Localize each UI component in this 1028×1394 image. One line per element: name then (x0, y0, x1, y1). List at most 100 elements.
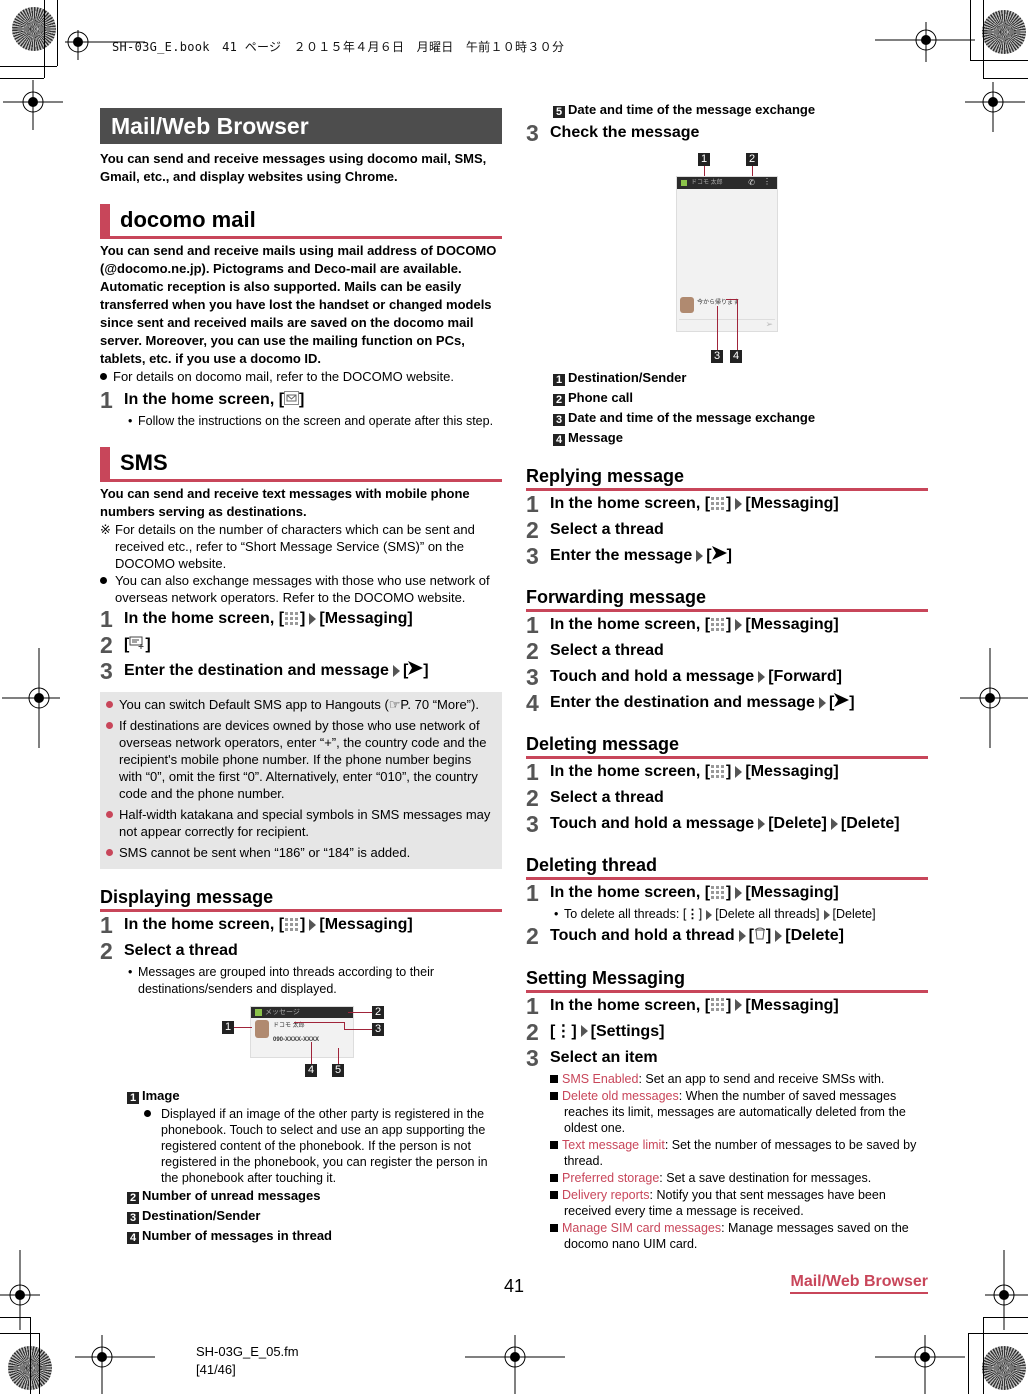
registration-mark-icon (2, 648, 60, 748)
phone-call-icon: ✆ (748, 178, 755, 187)
callout-item: 4 Number of messages in thread (127, 1226, 502, 1246)
memo-item: Half-width katakana and special symbols … (106, 806, 496, 840)
setting-step-1: 1 In the home screen, [] [Messaging] (526, 992, 839, 1019)
callout-item: 2 Number of unread messages (127, 1186, 502, 1206)
forwarding-step-1: 1 In the home screen, [] [Messaging] (526, 612, 839, 639)
memo-item: SMS cannot be sent when “186” or “184” i… (106, 844, 496, 861)
callout-item: 4 Message (553, 428, 928, 448)
thread-list-figure: メッセージ ドコモ 太郎 090-XXXX-XXXX 1 2 3 4 5 (100, 998, 502, 1086)
apps-icon (710, 495, 727, 512)
chapter-banner: Mail/Web Browser (100, 108, 502, 144)
registration-mark-icon (465, 1335, 565, 1394)
displaying-step-1: 1 In the home screen, [] [Messaging] (100, 912, 413, 939)
callout-item: 5 Date and time of the message exchange (526, 100, 928, 120)
print-header: SH-03G_E.book 41 ページ ２０１５年４月６日 月曜日 午前１０時… (112, 40, 565, 54)
replying-step-3: 3 Enter the message[] (526, 543, 732, 569)
setting-item: Delete old messages: When the number of … (526, 1088, 928, 1136)
deleting-message-step-1: 1 In the home screen, [] [Messaging] (526, 759, 839, 786)
apps-icon (284, 917, 301, 934)
replying-step-1: 1 In the home screen, [] [Messaging] (526, 491, 839, 517)
left-column: Mail/Web Browser You can send and receiv… (100, 108, 502, 1246)
setting-item: Preferred storage: Set a save destinatio… (526, 1170, 928, 1186)
send-icon (408, 658, 424, 684)
apps-icon (710, 764, 727, 781)
new-message-icon (129, 632, 145, 658)
setting-item: Manage SIM card messages: Manage message… (526, 1220, 928, 1252)
displaying-step-2: 2 Select a thread (100, 938, 238, 965)
sms-note: You can also exchange messages with thos… (100, 572, 502, 606)
docomo-mail-note: For details on docomo mail, refer to the… (100, 368, 502, 385)
section-title-docomo-mail: docomo mail (100, 204, 502, 239)
source-file-info: SH-03G_E_05.fm [41/46] (196, 1344, 299, 1377)
forwarding-step-2: 2 Select a thread (526, 638, 664, 665)
sms-step-2: 2 [] (100, 632, 151, 658)
displaying-callout-list: 1 Image Displayed if an image of the othe… (100, 1086, 502, 1246)
docomo-mail-lead: You can send and receive mails using mai… (100, 243, 497, 366)
callout-item: 1 Image (127, 1086, 502, 1106)
overflow-menu-icon: ⋮ (763, 177, 771, 186)
callout-item: 3 Destination/Sender (127, 1206, 502, 1226)
color-target-icon (982, 1346, 1026, 1390)
displaying-step-3: 3 Check the message (526, 120, 700, 146)
contact-photo (255, 1020, 269, 1039)
deleting-thread-step-1-note: • To delete all threads: [⋮] [Delete all t… (554, 907, 876, 922)
deleting-thread-step-1: 1 In the home screen, [] [Messaging] (526, 880, 839, 907)
message-screenshot: ドコモ 太郎 ✆ ⋮ 今から帰ります ➢ (676, 176, 778, 332)
memo-item: You can switch Default SMS app to Hangou… (106, 696, 496, 713)
forwarding-step-4: 4 Enter the destination and message[] (526, 690, 855, 717)
section-title-forwarding: Forwarding message (526, 585, 928, 613)
setting-item: Text message limit: Set the number of me… (526, 1137, 928, 1169)
setting-step-3: 3 Select an item (526, 1044, 658, 1071)
section-title-displaying: Displaying message (100, 885, 502, 913)
callout-item: 3 Date and time of the message exchange (553, 408, 928, 428)
section-title-setting: Setting Messaging (526, 966, 928, 993)
page-number: 41 (504, 1276, 525, 1296)
apps-icon (710, 885, 727, 902)
deleting-thread-step-2: 2 Touch and hold a thread[] [Delete] (526, 923, 844, 950)
sms-step-1: 1 In the home screen, [] [Messaging] (100, 606, 413, 632)
sms-memo-box: You can switch Default SMS app to Hangou… (100, 692, 502, 870)
forwarding-step-3: 3 Touch and hold a message [Forward] (526, 664, 842, 691)
bullet-icon (100, 373, 107, 380)
callout-item-note: Displayed if an image of the other party… (127, 1106, 502, 1186)
overflow-menu-icon: ⋮ (686, 907, 699, 922)
docomo-mail-step-1: 1 In the home screen, [] (100, 387, 305, 413)
sms-note: ※ For details on the number of characters… (100, 522, 475, 571)
registration-mark-icon (875, 22, 975, 62)
apps-icon (710, 997, 727, 1014)
memo-item: If destinations are devices owned by tho… (106, 717, 496, 802)
setting-item: Delivery reports: Notify you that sent m… (526, 1187, 928, 1219)
apps-icon (284, 610, 301, 627)
footer-section-link[interactable]: Mail/Web Browser (790, 1272, 928, 1294)
trash-icon (754, 923, 766, 949)
registration-mark-icon (3, 80, 63, 130)
setting-items: SMS Enabled: Set an app to send and rece… (526, 1071, 928, 1252)
setting-item: SMS Enabled: Set an app to send and rece… (526, 1071, 928, 1087)
right-column: 5 Date and time of the message exchange 3… (526, 100, 928, 1253)
docomo-mail-step-1-note: • Follow the instructions on the screen a… (128, 414, 494, 428)
registration-mark-icon (960, 648, 1028, 748)
send-icon (711, 543, 727, 569)
deleting-message-step-3: 3 Touch and hold a message [Delete] [Delete… (526, 811, 900, 838)
replying-step-2: 2 Select a thread (526, 517, 664, 543)
send-icon: ➢ (765, 319, 773, 329)
contact-photo (680, 297, 694, 313)
overflow-menu-icon: ⋮ (555, 1022, 572, 1040)
callout-item: 1 Destination/Sender (553, 368, 928, 388)
send-icon (834, 690, 850, 716)
sms-step-3: 3 Enter the destination and message[] (100, 658, 429, 685)
registration-mark-icon (875, 1335, 965, 1394)
app-bar: ドコモ 太郎 ✆ ⋮ (677, 177, 777, 189)
setting-step-2: 2 [⋮] [Settings] (526, 1018, 665, 1045)
registration-mark-icon (965, 82, 1025, 132)
section-title-replying: Replying message (526, 464, 928, 491)
displaying-step-2-note: • Messages are grouped into threads accor… (128, 965, 435, 997)
deleting-message-step-2: 2 Select a thread (526, 785, 664, 812)
app-bar: メッセージ (251, 1007, 353, 1019)
mail-icon (284, 391, 300, 405)
color-target-icon (12, 7, 56, 51)
registration-mark-icon (75, 1335, 155, 1394)
chapter-intro: You can send and receive messages using … (100, 151, 487, 184)
message-screen-figure: 1 2 ドコモ 太郎 ✆ ⋮ 今から帰ります ➢ 3 4 (526, 146, 928, 368)
callout-item: 2 Phone call (553, 388, 928, 408)
